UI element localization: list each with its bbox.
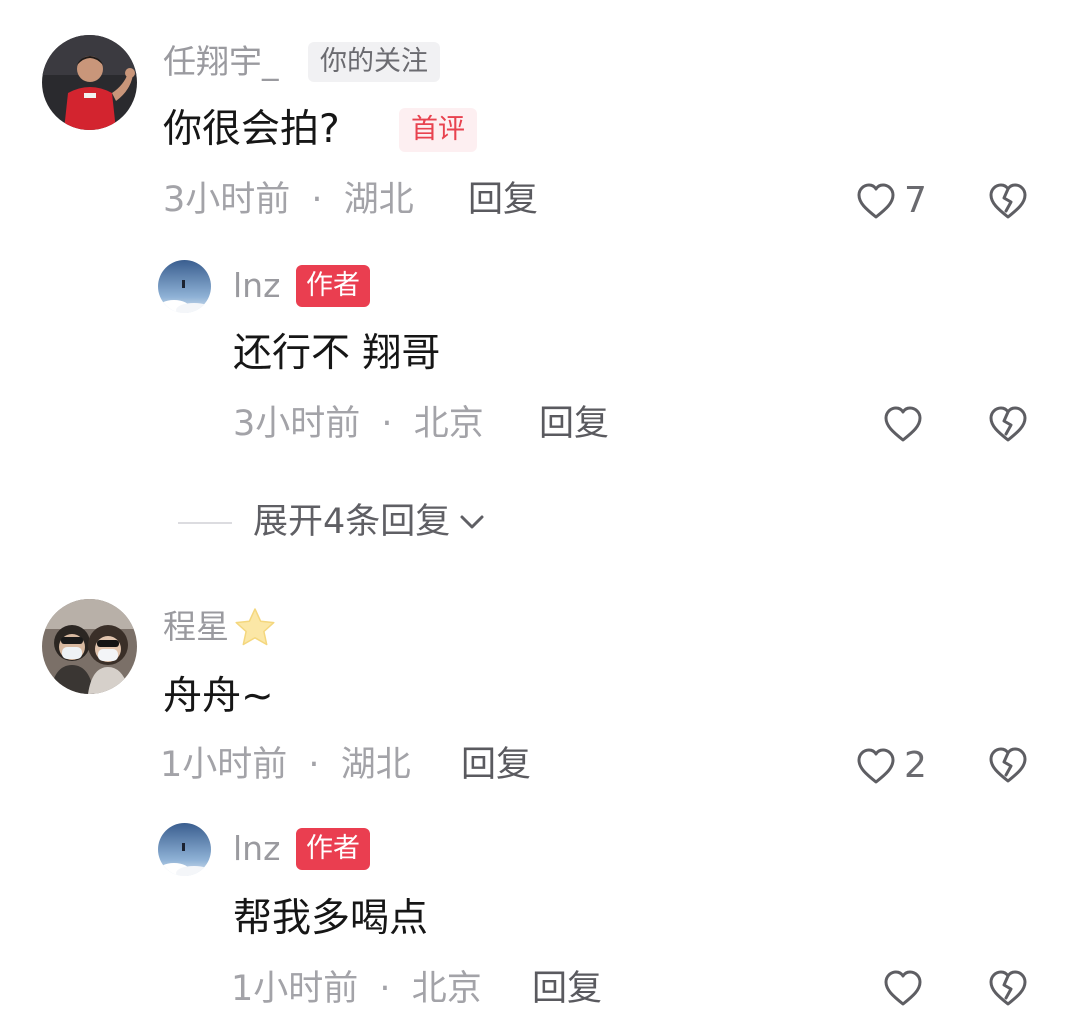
- comment-time: 1小时前: [160, 745, 288, 785]
- user-avatar[interactable]: [42, 35, 137, 130]
- meta-separator: ·: [308, 745, 320, 785]
- following-badge: 你的关注: [308, 42, 440, 82]
- meta-separator: ·: [311, 180, 323, 220]
- reply-button[interactable]: 回复: [532, 967, 602, 1011]
- star-emoji-icon: [233, 606, 277, 648]
- broken-heart-icon[interactable]: [988, 746, 1028, 784]
- comment-username-text: 程星: [163, 607, 229, 646]
- comment-location: 湖北: [340, 745, 411, 785]
- reply-username[interactable]: lnz: [233, 266, 280, 306]
- comment-text: 你很会拍?: [163, 107, 340, 152]
- reply-meta: 3小时前 · 北京: [233, 402, 484, 446]
- like-count: 7: [904, 180, 927, 221]
- broken-heart-icon[interactable]: [988, 405, 1028, 443]
- reply-button[interactable]: 回复: [461, 743, 531, 787]
- heart-outline-icon: [856, 747, 896, 785]
- chevron-down-icon: [458, 512, 486, 532]
- comment-username[interactable]: 任翔宇_: [163, 42, 279, 82]
- comment-time: 3小时前: [163, 180, 291, 220]
- expand-replies-label: 展开4条回复: [253, 502, 451, 542]
- expand-divider-line: [178, 522, 232, 524]
- like-count: 2: [904, 745, 927, 786]
- broken-heart-icon[interactable]: [988, 969, 1028, 1007]
- first-comment-badge: 首评: [399, 108, 477, 152]
- reply-button[interactable]: 回复: [539, 402, 609, 446]
- broken-heart-icon[interactable]: [988, 182, 1028, 220]
- reply-username[interactable]: lnz: [233, 829, 280, 869]
- comment-text: 舟舟~: [163, 674, 274, 719]
- author-badge: 作者: [296, 828, 370, 870]
- reply-location: 北京: [413, 404, 484, 444]
- meta-separator: ·: [381, 404, 393, 444]
- reply-avatar[interactable]: [158, 823, 211, 876]
- heart-outline-icon: [856, 182, 896, 220]
- comment-username[interactable]: 程星: [163, 606, 277, 648]
- user-avatar[interactable]: [42, 599, 137, 694]
- meta-separator: ·: [379, 969, 391, 1009]
- heart-outline-icon[interactable]: [883, 969, 923, 1007]
- reply-meta: 1小时前 · 北京: [231, 967, 482, 1011]
- expand-replies-button[interactable]: 展开4条回复: [253, 500, 486, 544]
- reply-text: 还行不 翔哥: [233, 331, 441, 376]
- reply-time: 3小时前: [233, 404, 361, 444]
- comment-meta: 1小时前 · 湖北: [160, 743, 411, 787]
- comment-meta: 3小时前 · 湖北: [163, 178, 414, 222]
- heart-outline-icon[interactable]: [883, 405, 923, 443]
- reply-time: 1小时前: [231, 969, 359, 1009]
- author-badge: 作者: [296, 265, 370, 307]
- comment-location: 湖北: [343, 180, 414, 220]
- reply-text: 帮我多喝点: [233, 896, 429, 941]
- like-button[interactable]: 7: [856, 179, 927, 223]
- like-button[interactable]: 2: [856, 744, 927, 788]
- reply-avatar[interactable]: [158, 260, 211, 313]
- reply-location: 北京: [411, 969, 482, 1009]
- reply-button[interactable]: 回复: [468, 178, 538, 222]
